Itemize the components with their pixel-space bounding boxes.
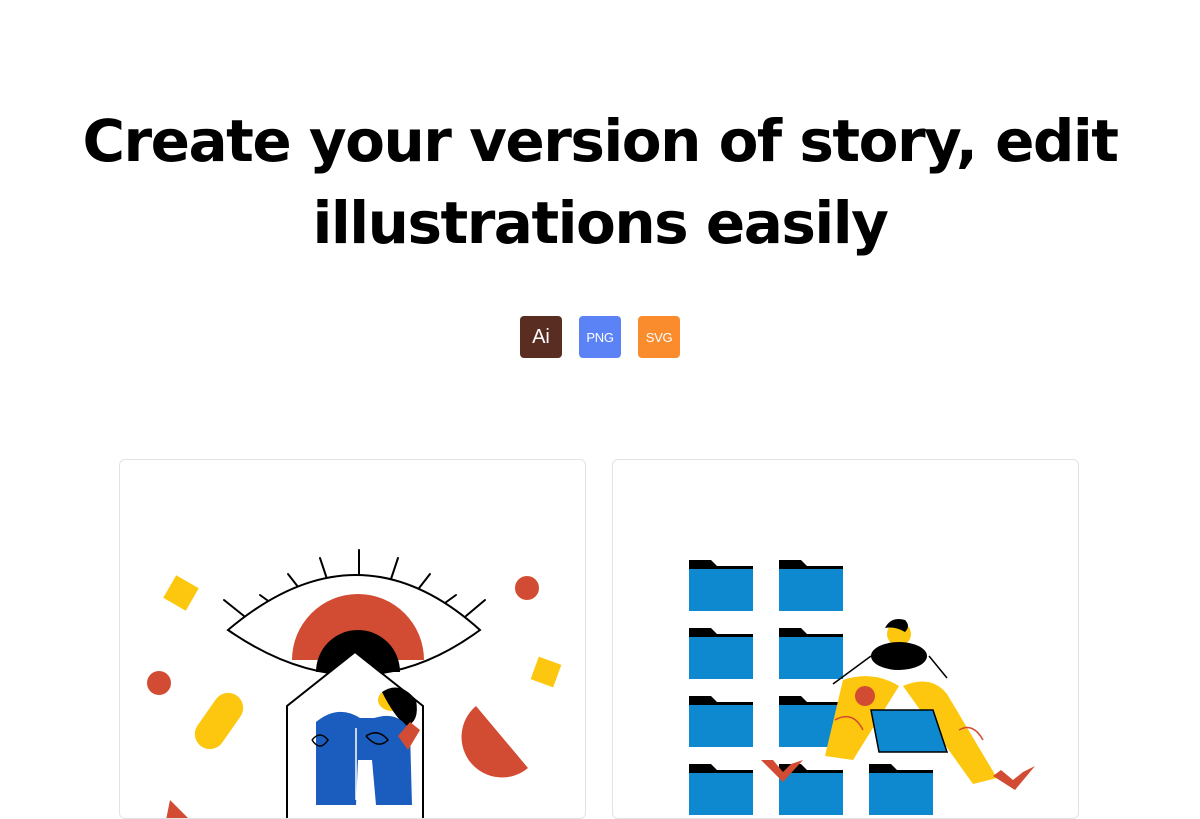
folder-icon xyxy=(689,628,753,679)
red-circle-left xyxy=(147,671,171,695)
svg-format-label: SVG xyxy=(645,329,673,345)
folder-icon xyxy=(779,628,843,679)
ai-format-badge: Ai xyxy=(520,316,562,358)
laptop-shape xyxy=(870,709,949,753)
red-small-circle xyxy=(515,576,539,600)
right-shoe xyxy=(993,766,1035,790)
person-torso xyxy=(871,642,927,670)
ai-format-label: Ai xyxy=(532,325,550,348)
yellow-capsule-shape xyxy=(194,692,244,750)
folder-icon xyxy=(689,560,753,611)
folders-person-illustration xyxy=(689,560,1035,815)
illustration-card-eye[interactable] xyxy=(119,459,586,819)
person-hand xyxy=(855,686,875,706)
folder-icon xyxy=(689,696,753,747)
svg-format-badge: SVG xyxy=(638,316,680,358)
folder-icon xyxy=(689,764,753,815)
yellow-square-shape xyxy=(530,656,562,688)
headline-line-2: illustrations easily xyxy=(312,189,889,257)
folder-icon xyxy=(869,764,933,815)
png-format-badge: PNG xyxy=(579,316,621,358)
folder-icon xyxy=(779,560,843,611)
file-format-badges: Ai PNG SVG xyxy=(0,316,1200,358)
illustration-card-folders[interactable] xyxy=(612,459,1079,819)
png-format-label: PNG xyxy=(586,329,614,345)
yellow-diamond-shape xyxy=(163,575,199,611)
headline-line-1: Create your version of story, edit xyxy=(82,107,1119,175)
red-half-circle-shape xyxy=(461,706,528,778)
headline: Create your version of story, edit illus… xyxy=(0,100,1200,264)
red-triangle-shape xyxy=(166,800,188,818)
eye-house-illustration xyxy=(147,549,562,818)
